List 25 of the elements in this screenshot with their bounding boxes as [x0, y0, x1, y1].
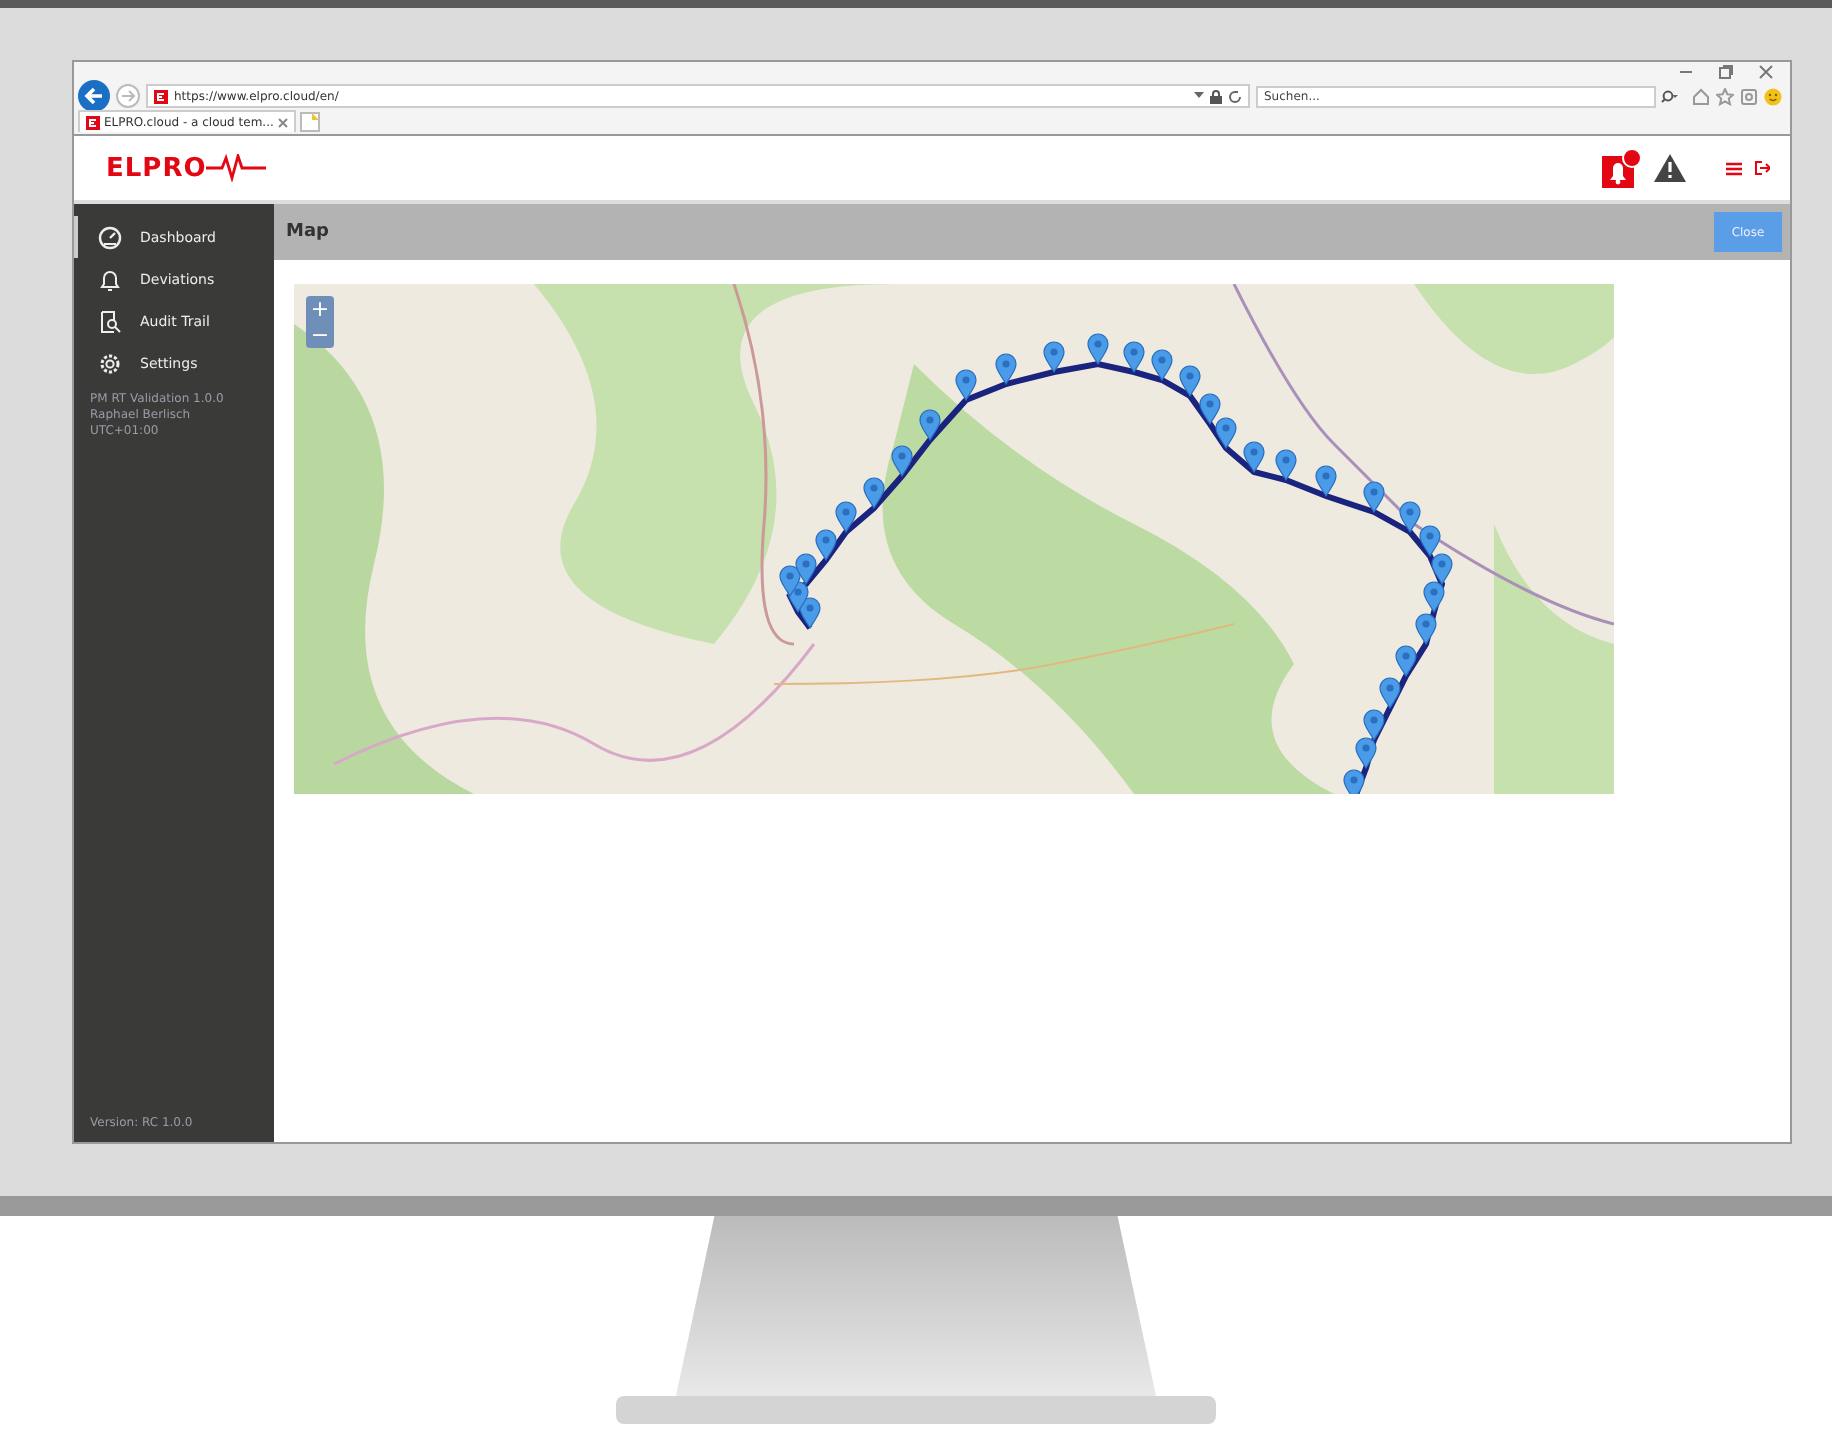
- dropdown-icon[interactable]: [1194, 92, 1204, 100]
- refresh-icon[interactable]: [1228, 89, 1242, 103]
- bell-icon: [98, 267, 122, 291]
- site-logo-icon: [86, 115, 100, 129]
- back-icon[interactable]: [78, 80, 110, 112]
- star-icon[interactable]: [1716, 87, 1734, 105]
- close-icon[interactable]: [1758, 64, 1774, 80]
- site-logo-icon: [154, 89, 168, 103]
- warning-icon[interactable]: [1654, 154, 1686, 182]
- gauge-icon: [98, 225, 122, 249]
- page-title: Map: [286, 222, 329, 242]
- search-icon: [1660, 89, 1678, 103]
- settings-icon: [98, 351, 122, 375]
- smiley-icon[interactable]: [1764, 87, 1782, 105]
- notification-bell-icon[interactable]: [1602, 148, 1642, 188]
- home-icon[interactable]: [1692, 87, 1710, 105]
- document-search-icon: [98, 309, 122, 333]
- minimize-icon[interactable]: [1678, 66, 1694, 78]
- lock-icon: [1210, 89, 1222, 103]
- close-icon[interactable]: [277, 117, 288, 127]
- restore-icon[interactable]: [1718, 64, 1734, 80]
- logout-icon[interactable]: [1754, 160, 1770, 176]
- menu-icon[interactable]: [1726, 161, 1742, 175]
- gear-icon[interactable]: [1740, 87, 1758, 105]
- elpro-logo: ELPRO: [106, 153, 267, 183]
